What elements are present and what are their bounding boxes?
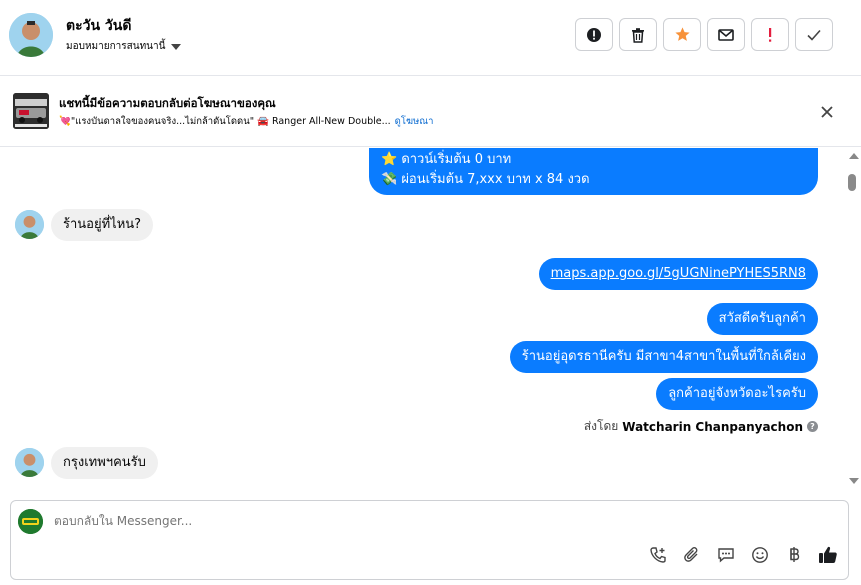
- delete-button[interactable]: [619, 18, 657, 51]
- message-bubble-incoming: ร้านอยู่ที่ไหน?: [51, 209, 154, 241]
- trash-icon: [632, 27, 644, 43]
- close-icon: [821, 106, 833, 118]
- scroll-up-icon[interactable]: [849, 153, 859, 159]
- view-ad-link[interactable]: ดูโฆษณา: [395, 116, 434, 127]
- composer-toolbar: [648, 545, 838, 565]
- caret-down-icon: [171, 43, 182, 50]
- thumbs-up-icon: [819, 546, 837, 563]
- sent-by-name: Watcharin Chanpanyachon: [622, 419, 803, 434]
- ad-reply-banner: แชทนี้มีข้อความตอบกลับต่อโฆษณาของคุณ 💘"แ…: [0, 77, 861, 147]
- ad-banner-subtitle: 💘"แรงบันดาลใจของคนจริง...ไม่กล้าดันโดดน"…: [59, 114, 433, 129]
- call-button[interactable]: [648, 545, 668, 565]
- ad-banner-title: แชทนี้มีข้อความตอบกลับต่อโฆษณาของคุณ: [59, 96, 276, 110]
- mark-important-button[interactable]: [751, 18, 789, 51]
- star-button[interactable]: [663, 18, 701, 51]
- assign-label: มอบหมายการสนทนานี้: [66, 41, 166, 52]
- mail-icon: [718, 28, 734, 41]
- baht-icon: [790, 547, 800, 562]
- mark-done-button[interactable]: [795, 18, 833, 51]
- paperclip-icon: [684, 547, 698, 562]
- like-button[interactable]: [818, 545, 838, 565]
- payment-button[interactable]: [784, 545, 804, 565]
- flag-alert-icon: [587, 27, 601, 42]
- exclamation-icon: [769, 27, 772, 42]
- header-actions: [575, 18, 833, 51]
- saved-replies-button[interactable]: [716, 545, 736, 565]
- reply-input[interactable]: [54, 514, 754, 528]
- message-bubble-outgoing: ร้านอยู่อุดรธานีครับ มีสาขา4สาขาในพื้นที…: [509, 341, 818, 373]
- close-banner-button[interactable]: [819, 104, 835, 120]
- conversation-header: ตะวัน วันดี มอบหมายการสนทนานี้: [0, 0, 861, 76]
- sent-by-info: ส่งโดย Watcharin Chanpanyachon ?: [584, 417, 818, 436]
- scrollbar-thumb[interactable]: [848, 174, 856, 191]
- sent-by-label: ส่งโดย: [583, 419, 619, 433]
- page-avatar: [18, 509, 43, 534]
- message-bubble-outgoing: ⭐ ดาวน์เริ่มต้น 0 บาท 💸 ผ่อนเริ่มต้น 7,x…: [369, 148, 818, 195]
- attach-button[interactable]: [682, 545, 702, 565]
- star-icon: [674, 27, 690, 41]
- ad-thumbnail[interactable]: [13, 93, 49, 129]
- avatar[interactable]: [15, 210, 44, 239]
- smiley-icon: [752, 547, 768, 563]
- map-link-message[interactable]: maps.app.goo.gl/5gUGNinePYHES5RN8: [538, 258, 818, 290]
- mark-unread-button[interactable]: [707, 18, 745, 51]
- chat-bubble-icon: [718, 548, 734, 563]
- reply-composer: [10, 500, 849, 580]
- avatar[interactable]: [9, 13, 53, 57]
- message-text: ⭐ ดาวน์เริ่มต้น 0 บาท: [381, 152, 512, 167]
- contact-name: ตะวัน วันดี: [66, 18, 132, 34]
- add-call-icon: [650, 547, 666, 563]
- help-icon[interactable]: ?: [807, 421, 818, 432]
- assign-conversation-dropdown[interactable]: มอบหมายการสนทนานี้: [66, 39, 182, 54]
- message-bubble-outgoing: ลูกค้าอยู่จังหวัดอะไรครับ: [656, 378, 818, 410]
- scroll-down-icon[interactable]: [849, 478, 859, 484]
- message-text: 💸 ผ่อนเริ่มต้น 7,xxx บาท x 84 งวด: [381, 172, 590, 187]
- conversation-panel: ตะวัน วันดี มอบหมายการสนทนานี้ แชทนี้มีข…: [0, 0, 861, 585]
- emoji-button[interactable]: [750, 545, 770, 565]
- message-bubble-incoming: กรุงเทพฯคนรับ: [51, 447, 158, 479]
- message-list[interactable]: ⭐ ดาวน์เริ่มต้น 0 บาท 💸 ผ่อนเริ่มต้น 7,x…: [0, 148, 845, 494]
- check-icon: [807, 29, 821, 41]
- message-bubble-outgoing: สวัสดีครับลูกค้า: [706, 303, 818, 335]
- ad-caption: 💘"แรงบันดาลใจของคนจริง...ไม่กล้าดันโดดน"…: [59, 116, 391, 127]
- avatar[interactable]: [15, 448, 44, 477]
- report-button[interactable]: [575, 18, 613, 51]
- scrollbar[interactable]: [845, 148, 861, 494]
